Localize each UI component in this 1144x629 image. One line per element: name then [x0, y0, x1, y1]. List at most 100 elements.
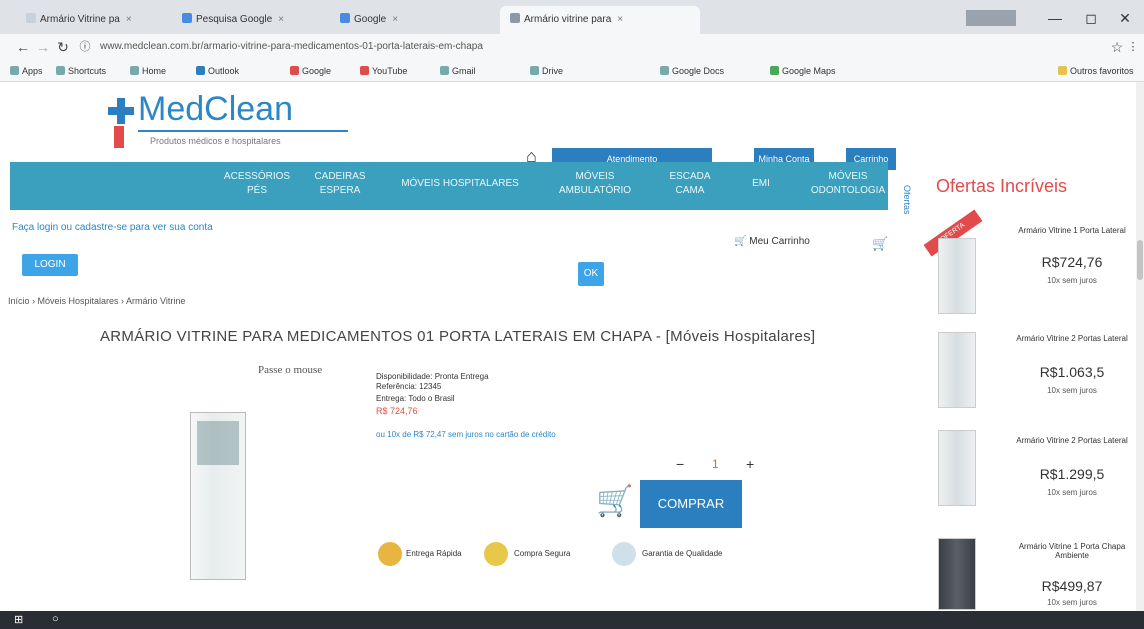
- bookmark-youtube[interactable]: YouTube: [360, 63, 407, 79]
- url-field[interactable]: www.medclean.com.br/armario-vitrine-para…: [100, 38, 960, 56]
- close-window-button[interactable]: ✕: [1110, 8, 1140, 28]
- bookmark-outlook[interactable]: Outlook: [196, 63, 239, 79]
- tab-2[interactable]: Pesquisa Google ×: [172, 6, 322, 34]
- reload-icon[interactable]: ↻: [54, 38, 72, 56]
- bookmark-icon: [56, 66, 65, 75]
- page-icon: [510, 13, 520, 23]
- bookmark-icon: [360, 66, 369, 75]
- start-button[interactable]: ⊞: [14, 613, 23, 626]
- bookmark-icon: [440, 66, 449, 75]
- site-logo[interactable]: MedClean Produtos médicos e hospitalares: [108, 88, 348, 152]
- my-cart-link[interactable]: 🛒 Meu Carrinho: [734, 236, 810, 247]
- offer-name-3[interactable]: Armário Vitrine 2 Portas Lateral: [1010, 436, 1134, 445]
- close-icon[interactable]: ×: [278, 14, 284, 25]
- tab-1[interactable]: Armário Vitrine pa ×: [16, 6, 166, 34]
- folder-icon: [1058, 66, 1067, 75]
- offer-name-1[interactable]: Armário Vitrine 1 Porta Lateral: [1010, 226, 1134, 235]
- shopping-cart-icon: 🛒: [596, 485, 634, 518]
- offer-installments-4: 10x sem juros: [1047, 598, 1097, 607]
- lock-icon: ⓘ: [79, 41, 91, 53]
- menu-item-ambulatory[interactable]: MÓVEIS AMBULATÓRIO: [550, 170, 640, 198]
- quality-icon: [612, 542, 636, 566]
- badge-secure: Compra Segura: [484, 542, 604, 572]
- bookmark-google[interactable]: Google: [290, 63, 331, 79]
- product-price: R$ 724,76: [376, 406, 418, 416]
- maximize-button[interactable]: ◻: [1076, 8, 1106, 28]
- menu-item-ladder[interactable]: ESCADA CAMA: [660, 170, 720, 198]
- bookmark-gmail[interactable]: Gmail: [440, 63, 476, 79]
- offers-side-tab[interactable]: Ofertas: [898, 160, 912, 240]
- bookmark-icon: [660, 66, 669, 75]
- offers-title: Ofertas Incríveis: [936, 176, 1068, 196]
- back-icon[interactable]: ←: [14, 38, 32, 56]
- qty-plus-button[interactable]: +: [746, 456, 754, 472]
- quantity-input[interactable]: 1: [712, 457, 719, 471]
- menu-icon[interactable]: ⋮: [1124, 38, 1142, 56]
- bookmark-shortcuts[interactable]: Shortcuts: [56, 63, 106, 79]
- main-menu: ACESSÓRIOS PÉS CADEIRAS ESPERA MÓVEIS HO…: [10, 162, 888, 210]
- offer-name-4[interactable]: Armário Vitrine 1 Porta Chapa Ambiente: [1010, 542, 1134, 560]
- delivery-text: Entrega: Todo o Brasil: [376, 394, 455, 403]
- reference-text: Referência: 12345: [376, 382, 442, 391]
- shield-icon: [484, 542, 508, 566]
- offer-name-2[interactable]: Armário Vitrine 2 Portas Lateral: [1010, 334, 1134, 343]
- bookmark-icon: [196, 66, 205, 75]
- qty-minus-button[interactable]: −: [676, 456, 684, 472]
- os-taskbar: [0, 611, 1144, 629]
- medical-cross-icon: [108, 98, 134, 124]
- close-icon[interactable]: ×: [392, 14, 398, 25]
- menu-item-accessories[interactable]: ACESSÓRIOS PÉS: [222, 170, 292, 198]
- availability-text: Disponibilidade: Pronta Entrega: [376, 372, 489, 381]
- menu-item-hospital-furniture[interactable]: MÓVEIS HOSPITALARES: [390, 177, 530, 191]
- product-image[interactable]: [190, 412, 246, 580]
- google-icon: [340, 13, 350, 23]
- bookmark-maps[interactable]: Google Maps: [770, 63, 836, 79]
- badge-fast-delivery: Entrega Rápida: [378, 542, 468, 572]
- login-button[interactable]: LOGIN: [22, 254, 78, 276]
- offer-image-1[interactable]: [938, 238, 976, 314]
- offer-installments-2: 10x sem juros: [1047, 386, 1097, 395]
- page-scrollbar[interactable]: [1136, 82, 1144, 612]
- bookmark-drive[interactable]: Drive: [530, 63, 563, 79]
- browser-tabbar: Armário Vitrine pa × Pesquisa Google × Goo…: [0, 0, 1144, 34]
- offer-price-2: R$1.063,5: [1039, 364, 1105, 380]
- address-bar: ← → ↻ ⓘ www.medclean.com.br/armario-vitr…: [0, 34, 1144, 60]
- product-title: ARMÁRIO VITRINE PARA MEDICAMENTOS 01 POR…: [100, 328, 816, 345]
- offer-image-3[interactable]: [938, 430, 976, 506]
- bookmark-apps[interactable]: Apps: [10, 63, 43, 79]
- close-icon[interactable]: ×: [126, 14, 132, 25]
- apps-icon: [10, 66, 19, 75]
- offer-image-4[interactable]: [938, 538, 976, 610]
- bookmark-icon: [130, 66, 139, 75]
- menu-item-emi[interactable]: EMI: [746, 177, 776, 191]
- tab-4-active[interactable]: Armário vitrine para ×: [500, 6, 700, 34]
- menu-item-chairs[interactable]: CADEIRAS ESPERA: [310, 170, 370, 198]
- taskbar-search-icon[interactable]: ○: [52, 613, 59, 625]
- delivery-icon: [378, 542, 402, 566]
- forward-icon[interactable]: →: [34, 38, 52, 56]
- breadcrumb[interactable]: Início › Móveis Hospitalares › Armário V…: [8, 296, 185, 306]
- offer-installments-3: 10x sem juros: [1047, 488, 1097, 497]
- google-icon: [182, 13, 192, 23]
- cart-icon: 🛒: [734, 236, 750, 247]
- profile-button[interactable]: [966, 10, 1016, 26]
- ok-button[interactable]: OK: [578, 262, 604, 286]
- installments-text: ou 10x de R$ 72,47 sem juros no cartão d…: [376, 430, 556, 439]
- menu-item-dental[interactable]: MÓVEIS ODONTOLOGIA: [810, 170, 886, 198]
- login-prompt-link[interactable]: Faça login ou cadastre-se para ver sua c…: [12, 222, 213, 233]
- bookmark-other[interactable]: Outros favoritos: [1058, 63, 1134, 79]
- tab-3[interactable]: Google ×: [330, 6, 490, 34]
- bookmark-home[interactable]: Home: [130, 63, 166, 79]
- zoom-hint: Passe o mouse: [258, 364, 323, 376]
- bookmark-docs[interactable]: Google Docs: [660, 63, 724, 79]
- buy-button[interactable]: COMPRAR: [640, 480, 742, 528]
- scrollbar-thumb[interactable]: [1137, 240, 1143, 280]
- offer-price-4: R$499,87: [1041, 578, 1103, 594]
- minimize-button[interactable]: —: [1040, 8, 1070, 28]
- cart-icon[interactable]: 🛒: [872, 236, 888, 252]
- page-icon: [26, 13, 36, 23]
- offer-image-2[interactable]: [938, 332, 976, 408]
- badge-quality: Garantia de Qualidade: [612, 542, 792, 572]
- offer-price-3: R$1.299,5: [1039, 466, 1105, 482]
- close-icon[interactable]: ×: [617, 14, 623, 25]
